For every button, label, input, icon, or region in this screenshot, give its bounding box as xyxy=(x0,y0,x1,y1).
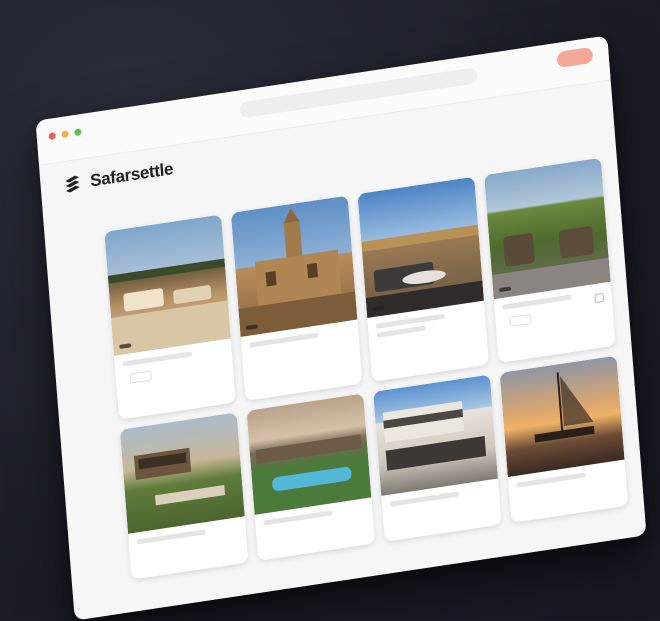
brand-name: Safarsettle xyxy=(89,159,174,191)
listing-subtitle-placeholder xyxy=(136,529,207,545)
listing-photo-sunset-sailboat xyxy=(499,355,625,477)
listing-subtitle-placeholder xyxy=(122,351,193,367)
traffic-lights xyxy=(48,128,82,141)
listing-subtitle-placeholder xyxy=(249,332,319,348)
listing-photo-terrace-dining xyxy=(357,176,484,319)
close-dot[interactable] xyxy=(48,132,56,141)
listing-photo-desert-lounge xyxy=(104,214,231,356)
listing-card[interactable] xyxy=(499,355,629,523)
listing-subtitle-placeholder xyxy=(502,294,572,310)
layered-stripes-icon xyxy=(65,175,80,193)
listing-card[interactable] xyxy=(373,374,502,542)
signin-button[interactable] xyxy=(556,46,594,69)
listing-chip xyxy=(129,370,153,384)
listing-photo-desert-lodge xyxy=(119,412,245,534)
header-links xyxy=(305,133,345,139)
listing-card[interactable] xyxy=(357,176,489,382)
listing-photo-garden-patio xyxy=(484,157,611,300)
listing-card[interactable] xyxy=(246,393,375,561)
listing-subtitle-placeholder xyxy=(389,491,460,507)
listing-card[interactable] xyxy=(104,214,236,420)
listing-card[interactable] xyxy=(230,195,363,401)
category-tabs xyxy=(103,194,222,212)
listing-photo-pool-resort xyxy=(246,393,372,515)
listing-subtitle-placeholder xyxy=(375,313,446,329)
browser-window: Safarsettle xyxy=(35,35,647,621)
listing-grid xyxy=(104,157,629,580)
listing-subtitle-placeholder xyxy=(263,510,333,526)
listing-card[interactable] xyxy=(484,157,616,364)
listing-chip xyxy=(509,313,532,328)
listing-subtitle-placeholder xyxy=(516,472,586,488)
minimize-dot[interactable] xyxy=(61,130,69,139)
brand[interactable]: Safarsettle xyxy=(62,159,174,195)
listing-card[interactable] xyxy=(119,412,249,580)
listing-photo-modern-villa xyxy=(373,374,498,496)
bookmark-icon[interactable] xyxy=(594,292,605,304)
listing-photo-stone-citadel xyxy=(230,195,358,337)
zoom-dot[interactable] xyxy=(74,128,82,137)
